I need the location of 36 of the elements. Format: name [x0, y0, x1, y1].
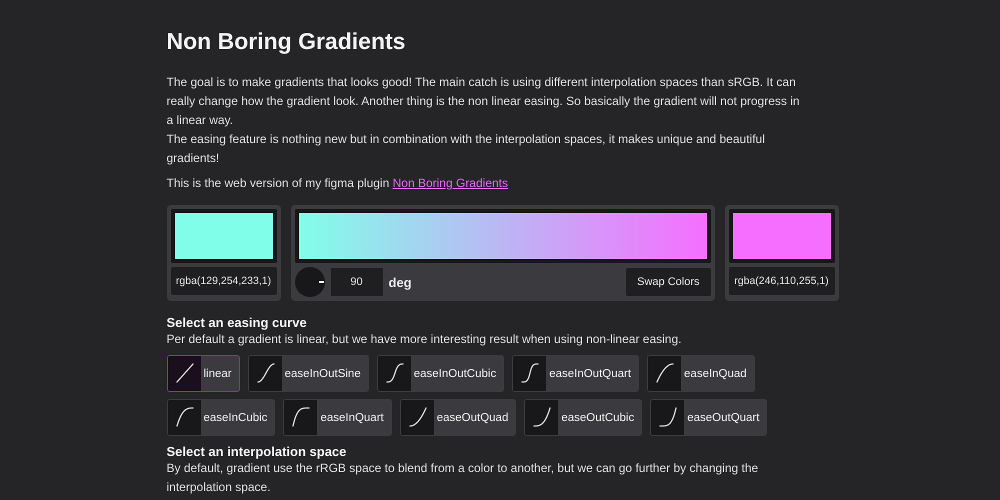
color-value[interactable]: rgba(129,254,233,1): [170, 267, 276, 295]
intro-paragraph: The goal is to make gradients that looks good! The main catch is using different interpolation spaces than sRGB. It can really change how the gradient look. Another thing is the non linear easing. So basically the gradient will not progress in a linear way.: [166, 74, 801, 129]
curve-icon: [176, 363, 194, 383]
curve-icon: [660, 407, 677, 427]
easing-option[interactable]: easeOutQuad: [400, 399, 516, 436]
curve-icon: [409, 407, 426, 427]
section-description: By default, gradient use the rRGB space to blend from a color to another, but we can go further by changing the interpolation space.: [166, 460, 760, 496]
angle-unit: deg: [388, 274, 413, 290]
easing-option[interactable]: easeInQuad: [647, 355, 755, 392]
easing-option[interactable]: easeInOutQuart: [512, 355, 640, 392]
swap-colors-button[interactable]: Swap Colors: [626, 268, 710, 296]
easing-option[interactable]: linear: [166, 355, 240, 392]
easing-option[interactable]: easeInOutCubic: [376, 355, 504, 392]
angle-input[interactable]: 90: [330, 268, 382, 296]
curve-icon: [176, 407, 194, 427]
curve-icon: [522, 363, 539, 383]
easing-option[interactable]: easeInQuart: [283, 399, 392, 436]
page-title: Non Boring Gradients: [166, 28, 406, 55]
easing-option[interactable]: easeInOutSine: [248, 355, 369, 392]
intro-paragraph: The easing feature is nothing new but in combination with the interpolation spaces, it makes unique and beautiful gradients!: [166, 131, 766, 167]
plugin-link[interactable]: Non Boring Gradients: [392, 176, 508, 190]
easing-option[interactable]: easeInCubic: [166, 399, 276, 436]
easing-option[interactable]: easeOutCubic: [524, 399, 642, 436]
color-swatch[interactable]: [170, 209, 276, 263]
plugin-note: This is the web version of my figma plugin Non Boring Gradients: [166, 175, 510, 192]
curve-icon: [656, 363, 674, 383]
color-value[interactable]: rgba(246,110,255,1): [728, 267, 834, 295]
curve-icon: [292, 407, 310, 427]
section-heading: Select an easing curve: [166, 315, 308, 330]
color-swatch[interactable]: [728, 209, 834, 263]
curve-icon: [257, 363, 274, 383]
section-description: Per default a gradient is linear, but we have more interesting result when using non-linear easing.: [166, 331, 682, 348]
section-heading: Select an interpolation space: [166, 444, 348, 459]
curve-icon: [386, 363, 404, 383]
easing-option[interactable]: easeOutQuart: [650, 399, 768, 436]
curve-icon: [534, 407, 551, 427]
